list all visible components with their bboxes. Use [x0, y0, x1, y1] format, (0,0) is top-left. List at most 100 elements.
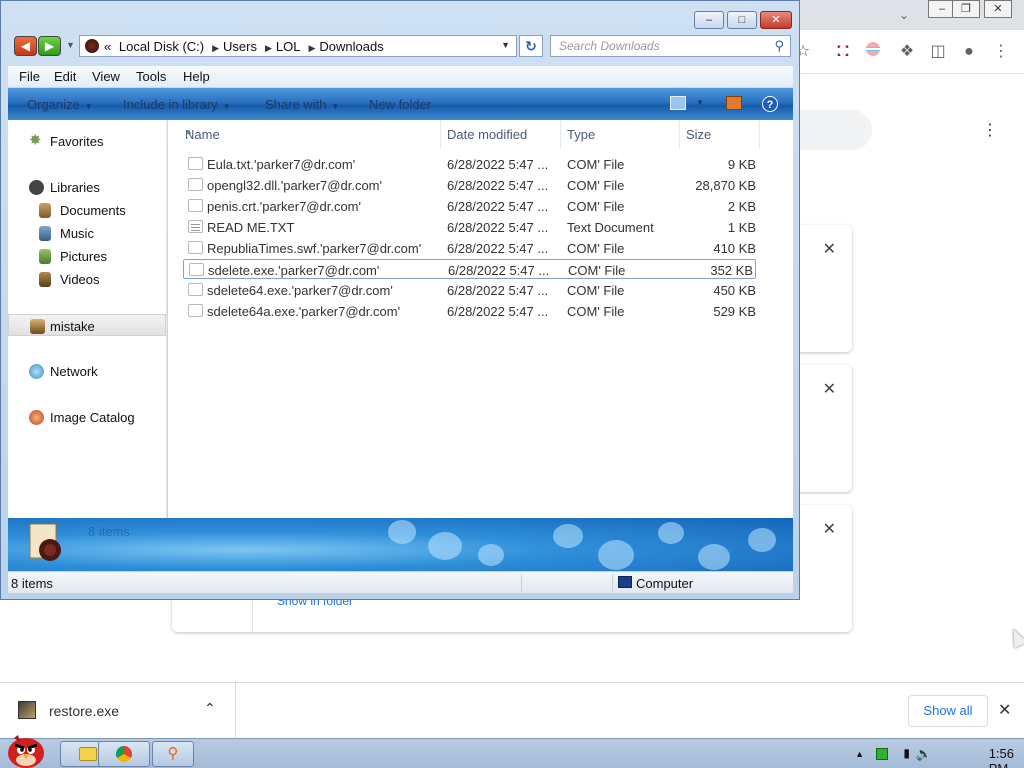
address-bar[interactable]: « Local Disk (C:) ▶ Users ▶ LOL ▶ Downloads ▼: [79, 35, 517, 57]
nav-pictures[interactable]: Pictures: [8, 245, 166, 267]
file-icon: [188, 241, 203, 254]
music-icon: [39, 226, 51, 241]
nav-documents[interactable]: Documents: [8, 199, 166, 221]
extensions-puzzle-icon[interactable]: ❖: [896, 41, 918, 63]
libraries-icon: [29, 180, 44, 195]
breadcrumb-item[interactable]: LOL: [276, 39, 301, 54]
close-button[interactable]: ✕: [760, 11, 792, 29]
file-row-focused[interactable]: sdelete.exe.'parker7@dr.com' 6/28/2022 5…: [183, 259, 756, 279]
file-row[interactable]: READ ME.TXT 6/28/2022 5:47 ... Text Docu…: [183, 217, 756, 237]
profile-avatar-icon[interactable]: ●: [958, 41, 980, 63]
file-date: 6/28/2022 5:47 ...: [447, 220, 549, 235]
file-date: 6/28/2022 5:47 ...: [447, 157, 549, 172]
preview-pane-icon[interactable]: [726, 96, 742, 110]
view-options-chevron-icon[interactable]: ▼: [696, 98, 704, 107]
taskbar-search-app-button[interactable]: ⚲: [152, 741, 194, 767]
file-name: Eula.txt.'parker7@dr.com': [207, 157, 356, 172]
search-input[interactable]: Search Downloads ⚲: [550, 35, 791, 57]
column-header-date[interactable]: Date modified: [441, 120, 561, 148]
file-name: sdelete.exe.'parker7@dr.com': [208, 263, 380, 278]
file-row[interactable]: Eula.txt.'parker7@dr.com' 6/28/2022 5:47…: [183, 154, 756, 174]
organize-button[interactable]: Organize ▼: [27, 97, 93, 112]
remove-download-icon[interactable]: ✕: [823, 239, 836, 259]
clock[interactable]: 1:56 PM: [989, 746, 1014, 768]
extension-flag-icon[interactable]: [862, 41, 884, 63]
file-type: COM' File: [567, 157, 625, 172]
file-date: 6/28/2022 5:47 ...: [447, 283, 549, 298]
breadcrumb-separator-icon[interactable]: ▶: [212, 43, 219, 53]
breadcrumb-separator-icon[interactable]: ▶: [308, 43, 315, 53]
share-label: Share with: [265, 97, 327, 112]
chrome-restore-button[interactable]: ❐: [952, 0, 980, 18]
breadcrumb-separator-icon[interactable]: ▶: [265, 43, 272, 53]
menu-help[interactable]: Help: [183, 69, 210, 84]
refresh-button[interactable]: ↻: [519, 35, 543, 57]
chevron-up-icon[interactable]: ⌃: [204, 700, 216, 717]
column-header-name[interactable]: Name ▲: [179, 120, 441, 148]
remove-download-icon[interactable]: ✕: [823, 379, 836, 399]
close-shelf-icon[interactable]: ✕: [998, 700, 1011, 720]
maximize-button[interactable]: □: [727, 11, 757, 29]
forward-button[interactable]: ▶: [38, 36, 61, 56]
menu-view[interactable]: View: [92, 69, 120, 84]
back-button[interactable]: ◀: [14, 36, 37, 56]
shelf-file-name: restore.exe: [49, 703, 120, 719]
decorative-bubble: [478, 544, 504, 566]
recent-pages-chevron-icon[interactable]: ▼: [66, 40, 75, 50]
ublock-extension-icon[interactable]: ⛚: [832, 41, 854, 63]
explorer-title-bar[interactable]: – □ ✕: [1, 1, 799, 33]
breadcrumb-item[interactable]: Users: [223, 39, 257, 54]
file-row[interactable]: penis.crt.'parker7@dr.com' 6/28/2022 5:4…: [183, 196, 756, 216]
angry-bird-start-icon: [8, 735, 44, 768]
location-icon: [85, 39, 99, 53]
breadcrumb-overflow-icon[interactable]: «: [104, 39, 111, 54]
nav-network[interactable]: Network: [8, 360, 166, 382]
downloads-more-menu-icon[interactable]: ⋮: [979, 120, 1001, 142]
nav-libraries[interactable]: Libraries: [8, 176, 166, 198]
text-document-icon: [188, 220, 203, 233]
download-shelf: restore.exe ⌃ Show all ✕: [0, 682, 1024, 739]
file-row[interactable]: sdelete64a.exe.'parker7@dr.com' 6/28/202…: [183, 301, 756, 321]
organize-chevron-icon: ▼: [84, 102, 93, 111]
chevron-down-icon[interactable]: ⌄: [893, 4, 915, 26]
nav-mistake[interactable]: mistake: [8, 314, 166, 336]
side-panel-icon[interactable]: ◫: [927, 41, 949, 63]
tray-expand-icon[interactable]: ▲: [855, 749, 864, 759]
file-row[interactable]: opengl32.dll.'parker7@dr.com' 6/28/2022 …: [183, 175, 756, 195]
help-icon[interactable]: ?: [762, 96, 778, 112]
show-all-button[interactable]: Show all: [908, 695, 988, 727]
file-size: 410 KB: [713, 241, 756, 256]
menu-bar: File Edit View Tools Help: [8, 66, 793, 88]
file-row[interactable]: sdelete64.exe.'parker7@dr.com' 6/28/2022…: [183, 280, 756, 300]
menu-edit[interactable]: Edit: [54, 69, 76, 84]
nav-image-catalog-label: Image Catalog: [50, 410, 135, 425]
column-header-size[interactable]: Size: [680, 120, 760, 148]
minimize-button[interactable]: –: [694, 11, 724, 29]
nav-favorites[interactable]: ✸ Favorites: [8, 130, 166, 152]
address-dropdown-icon[interactable]: ▼: [501, 40, 510, 50]
column-header-type[interactable]: Type: [561, 120, 680, 148]
start-button[interactable]: [4, 731, 48, 768]
pictures-icon: [39, 249, 51, 264]
remove-download-icon[interactable]: ✕: [823, 519, 836, 539]
search-icon[interactable]: ⚲: [774, 38, 784, 54]
nav-music[interactable]: Music: [8, 222, 166, 244]
menu-file[interactable]: File: [19, 69, 40, 84]
network-status-icon[interactable]: [876, 748, 888, 760]
file-date: 6/28/2022 5:47 ...: [447, 178, 549, 193]
power-icon[interactable]: ▮: [903, 746, 910, 760]
breadcrumb-item[interactable]: Downloads: [319, 39, 383, 54]
menu-tools[interactable]: Tools: [136, 69, 166, 84]
nav-image-catalog[interactable]: Image Catalog: [8, 406, 166, 428]
nav-videos[interactable]: Videos: [8, 268, 166, 290]
breadcrumb-item[interactable]: Local Disk (C:): [119, 39, 204, 54]
new-folder-button[interactable]: New folder: [369, 97, 431, 112]
taskbar-chrome-button[interactable]: [98, 741, 150, 767]
chrome-menu-icon[interactable]: ⋮: [990, 41, 1012, 63]
share-with-button[interactable]: Share with ▼: [265, 97, 339, 112]
view-options-icon[interactable]: [670, 96, 686, 110]
volume-icon[interactable]: 🔈: [916, 746, 932, 762]
chrome-close-button[interactable]: ✕: [984, 0, 1012, 18]
include-in-library-button[interactable]: Include in library ▼: [123, 97, 231, 112]
file-row[interactable]: RepubliaTimes.swf.'parker7@dr.com' 6/28/…: [183, 238, 756, 258]
